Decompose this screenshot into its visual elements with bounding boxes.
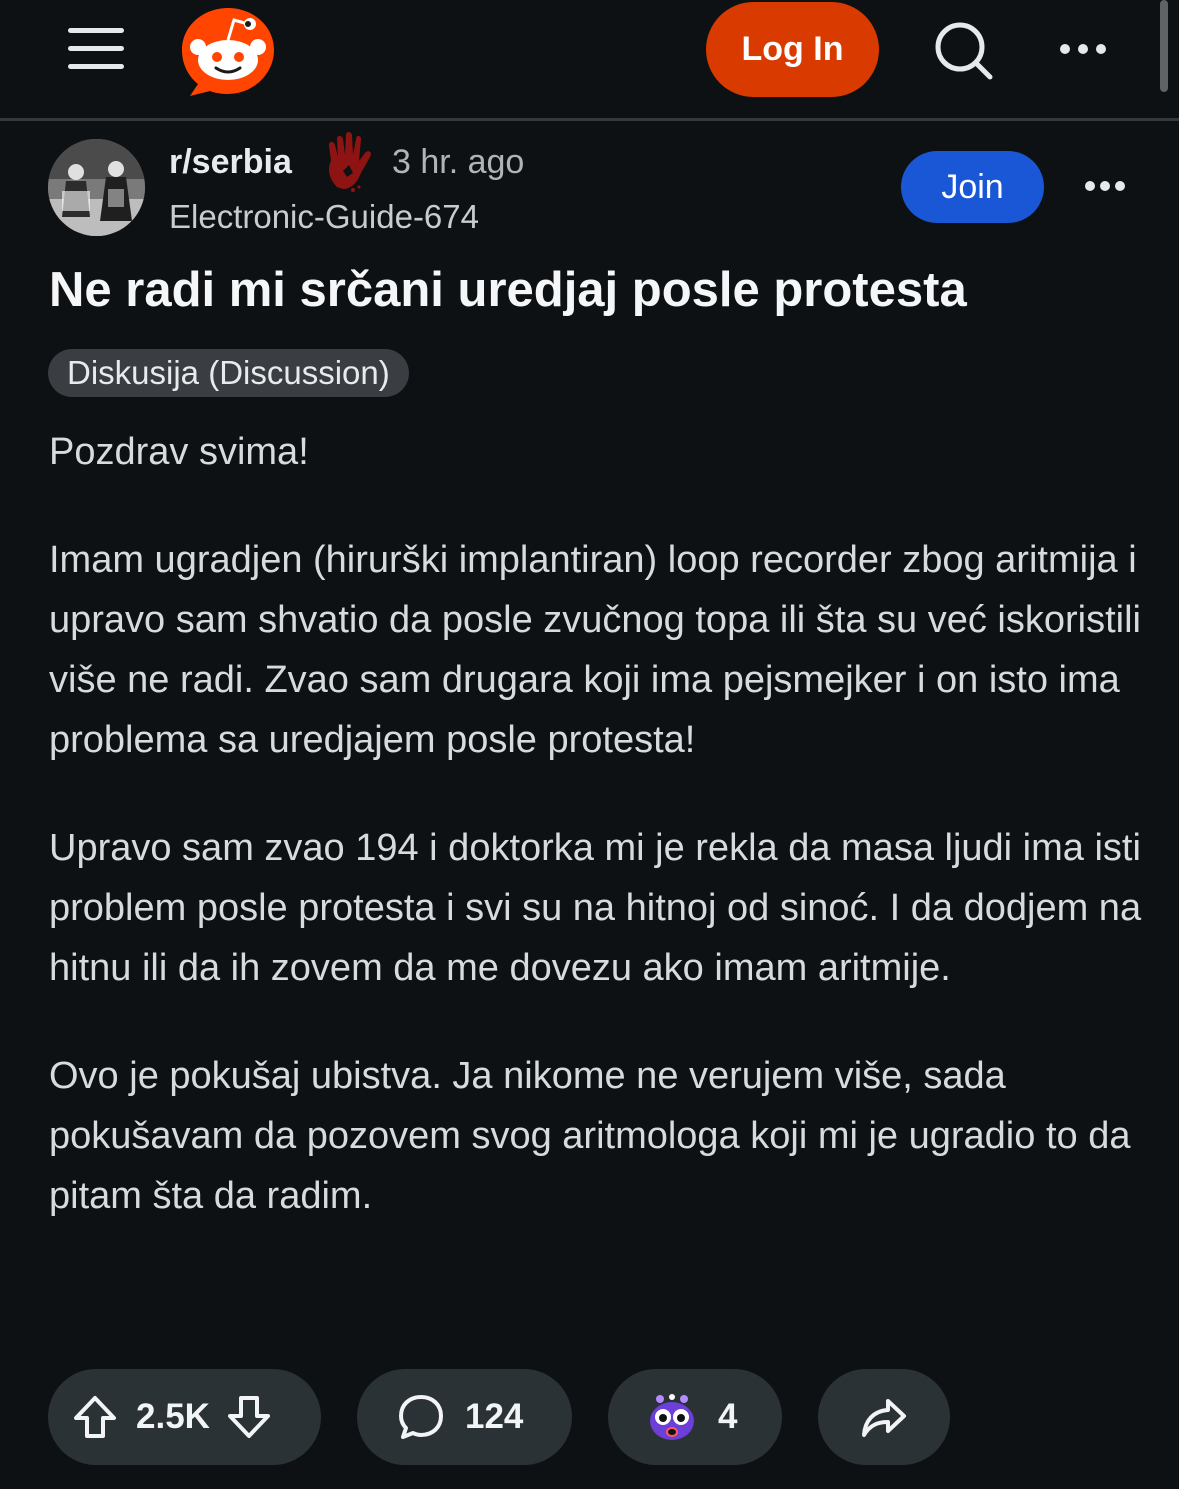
join-button[interactable]: Join (901, 151, 1044, 223)
post-paragraph: Imam ugradjen (hirurški implantiran) loo… (49, 539, 1141, 761)
shocked-face-award-icon (650, 1394, 694, 1440)
scrollbar[interactable] (1160, 0, 1168, 92)
post-more-options-icon[interactable] (1084, 178, 1126, 194)
vote-count: 2.5K (136, 1397, 210, 1436)
post-title[interactable]: Ne radi mi srčani uredjaj posle protesta (49, 258, 967, 322)
downvote-icon[interactable] (226, 1394, 272, 1440)
login-button[interactable]: Log In (706, 2, 879, 97)
comment-bubble-icon (399, 1395, 443, 1439)
share-button[interactable] (818, 1369, 950, 1465)
subreddit-avatar[interactable] (48, 139, 145, 236)
post-paragraph: Pozdrav svima! (49, 431, 309, 473)
reddit-logo-icon[interactable] (178, 2, 278, 98)
post-timestamp: 3 hr. ago (392, 143, 525, 181)
post-body: Pozdrav svima! Imam ugradjen (hirurški i… (49, 422, 1149, 1274)
post-paragraph: Upravo sam zvao 194 i doktorka mi je rek… (49, 827, 1142, 989)
more-options-icon[interactable] (1058, 40, 1108, 58)
bloody-hand-icon (329, 132, 371, 192)
upvote-icon[interactable] (72, 1394, 118, 1440)
hamburger-menu-icon[interactable] (68, 26, 124, 70)
vote-control: 2.5K (48, 1369, 321, 1465)
comments-button[interactable]: 124 (357, 1369, 572, 1465)
share-arrow-icon (862, 1399, 906, 1437)
post-flair[interactable]: Diskusija (Discussion) (48, 349, 409, 397)
post-action-bar: 2.5K 124 4 (0, 1369, 1179, 1465)
post-paragraph: Ovo je pokušaj ubistva. Ja nikome ne ver… (49, 1055, 1131, 1217)
top-navigation-bar: Log In (0, 0, 1179, 121)
comment-count: 124 (465, 1397, 524, 1436)
awards-button[interactable]: 4 (608, 1369, 782, 1465)
post-author[interactable]: Electronic-Guide-674 (169, 195, 479, 239)
search-icon[interactable] (932, 20, 994, 80)
award-count: 4 (718, 1397, 738, 1436)
subreddit-name[interactable]: r/serbia (169, 140, 292, 184)
